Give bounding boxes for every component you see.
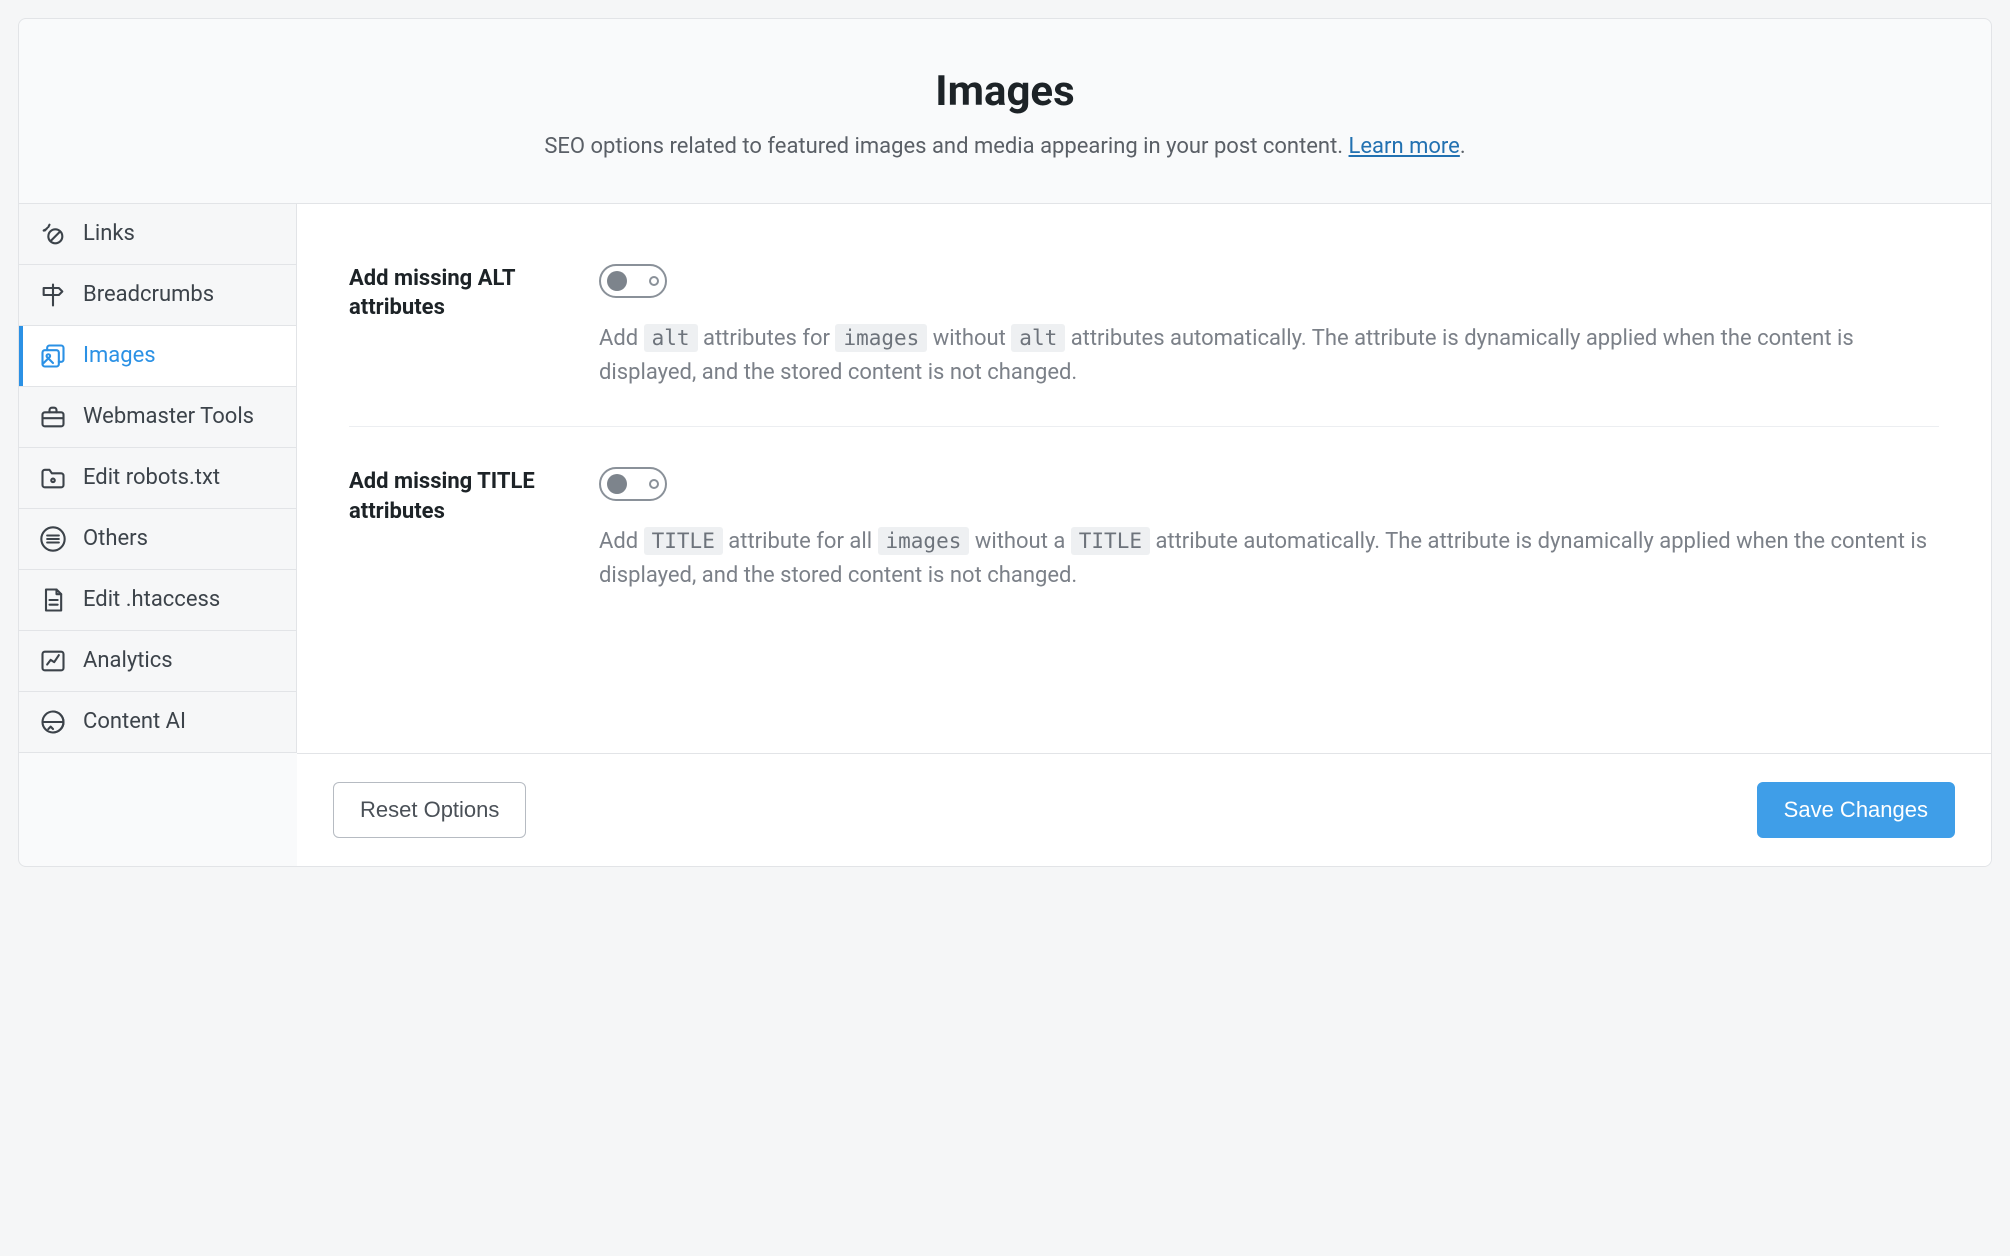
setting-control: Add alt attributes for images without al…: [599, 264, 1939, 390]
code-images: images: [878, 527, 970, 555]
sidebar-item-content-ai[interactable]: Content AI: [19, 692, 296, 753]
signpost-icon: [39, 281, 67, 309]
sidebar-item-webmaster-tools[interactable]: Webmaster Tools: [19, 387, 296, 448]
toggle-title-attributes[interactable]: [599, 467, 667, 501]
list-icon: [39, 525, 67, 553]
sidebar-item-label: Edit .htaccess: [83, 587, 220, 612]
sidebar-item-label: Links: [83, 221, 135, 246]
setting-control: Add TITLE attribute for all images witho…: [599, 467, 1939, 593]
link-icon: [39, 220, 67, 248]
images-icon: [39, 342, 67, 370]
content-ai-icon: [39, 708, 67, 736]
code-images: images: [835, 324, 927, 352]
sidebar-item-label: Breadcrumbs: [83, 282, 214, 307]
reset-options-button[interactable]: Reset Options: [333, 782, 526, 838]
settings-panel: Images SEO options related to featured i…: [18, 18, 1992, 867]
sidebar-item-label: Content AI: [83, 709, 186, 734]
code-alt: alt: [1011, 324, 1065, 352]
page-description: SEO options related to featured images a…: [59, 132, 1951, 163]
code-title: TITLE: [1071, 527, 1150, 555]
toggle-knob: [607, 474, 627, 494]
panel-footer: Reset Options Save Changes: [297, 753, 1991, 866]
toggle-alt-attributes[interactable]: [599, 264, 667, 298]
setting-label: Add missing TITLE attributes: [349, 467, 559, 593]
file-text-icon: [39, 586, 67, 614]
briefcase-icon: [39, 403, 67, 431]
sidebar-item-images[interactable]: Images: [19, 326, 296, 387]
sidebar-item-label: Webmaster Tools: [83, 404, 254, 429]
settings-content: Add missing ALT attributes Add alt attri…: [297, 204, 1991, 753]
setting-description: Add alt attributes for images without al…: [599, 322, 1939, 390]
sidebar-item-label: Images: [83, 343, 156, 368]
folder-icon: [39, 464, 67, 492]
panel-header: Images SEO options related to featured i…: [19, 19, 1991, 204]
sidebar-item-analytics[interactable]: Analytics: [19, 631, 296, 692]
sidebar-item-links[interactable]: Links: [19, 204, 296, 265]
code-alt: alt: [644, 324, 698, 352]
toggle-ring: [649, 479, 659, 489]
page-title: Images: [59, 67, 1951, 116]
panel-body: Links Breadcrumbs Images Webmaster Tools…: [19, 204, 1991, 753]
sidebar-item-edit-robots[interactable]: Edit robots.txt: [19, 448, 296, 509]
toggle-ring: [649, 276, 659, 286]
learn-more-link[interactable]: Learn more: [1349, 134, 1460, 159]
setting-alt-attributes: Add missing ALT attributes Add alt attri…: [349, 264, 1939, 426]
setting-title-attributes: Add missing TITLE attributes Add TITLE a…: [349, 426, 1939, 629]
save-changes-button[interactable]: Save Changes: [1757, 782, 1955, 838]
sidebar-item-label: Edit robots.txt: [83, 465, 220, 490]
sidebar-item-breadcrumbs[interactable]: Breadcrumbs: [19, 265, 296, 326]
analytics-icon: [39, 647, 67, 675]
sidebar-item-label: Analytics: [83, 648, 173, 673]
toggle-knob: [607, 271, 627, 291]
code-title: TITLE: [644, 527, 723, 555]
sidebar-item-edit-htaccess[interactable]: Edit .htaccess: [19, 570, 296, 631]
setting-label: Add missing ALT attributes: [349, 264, 559, 390]
settings-sidebar: Links Breadcrumbs Images Webmaster Tools…: [19, 204, 297, 753]
sidebar-item-others[interactable]: Others: [19, 509, 296, 570]
setting-description: Add TITLE attribute for all images witho…: [599, 525, 1939, 593]
sidebar-item-label: Others: [83, 526, 148, 551]
